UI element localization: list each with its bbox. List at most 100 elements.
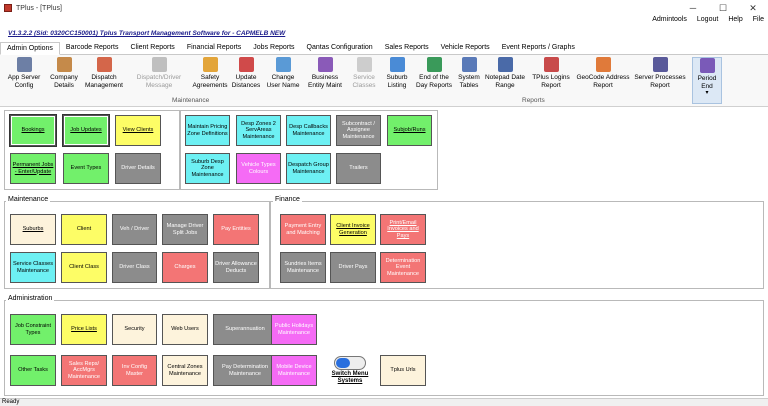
mobile-device-tile[interactable]: Mobile Device Maintenance <box>271 355 317 386</box>
job-constraint-types-tile[interactable]: Job Constraint Types <box>10 314 56 345</box>
suburb-desp-zone-tile[interactable]: Suburb Desp Zone Maintenance <box>185 153 230 184</box>
tab-financial-reports[interactable]: Financial Reports <box>181 42 247 55</box>
driver-pays-tile[interactable]: Driver Pays <box>330 252 376 283</box>
ribbon-label: Service Classes <box>352 74 376 89</box>
subjob-runs-tile[interactable]: Subjob/Runs <box>387 115 432 146</box>
tplus-urls-tile[interactable]: Tplus Urls <box>380 355 426 386</box>
version-link[interactable]: V1.3.2.2 (Sid: 0320CC150001) Tplus Trans… <box>8 30 285 37</box>
tile-label: Public Holidays Maintenance <box>274 322 314 336</box>
tile-label: Client Class <box>69 264 99 271</box>
suburb-listing-button[interactable]: Suburb Listing <box>382 57 412 89</box>
inv-config-master-tile[interactable]: Inv Config Master <box>112 355 157 386</box>
tab-event-reports-graphs[interactable]: Event Reports / Graphs <box>496 42 581 55</box>
tab-vehicle-reports[interactable]: Vehicle Reports <box>435 42 496 55</box>
map-icon <box>238 57 254 72</box>
job-updates-tile[interactable]: Job Updates <box>63 115 109 146</box>
determination-event-tile[interactable]: Determination Event Maintenance <box>380 252 426 283</box>
maximize-button[interactable]: ☐ <box>708 0 738 16</box>
event-types-tile[interactable]: Event Types <box>63 153 109 184</box>
switch-menu-systems[interactable]: Switch Menu Systems <box>328 356 372 385</box>
clock-icon <box>426 57 442 72</box>
login-icon <box>543 57 559 72</box>
permanent-jobs-tile[interactable]: Permanent Jobs - Enter/Update <box>10 153 56 184</box>
menu-file[interactable]: File <box>753 16 764 28</box>
driver-class-tile[interactable]: Driver Class <box>112 252 157 283</box>
client-invoice-generation-tile[interactable]: Client Invoice Generation <box>330 214 376 245</box>
maintain-pricing-zone-tile[interactable]: Maintain Pricing Zone Definitions <box>185 115 230 146</box>
desp-callbacks-tile[interactable]: Desp Callbacks Maintenance <box>286 115 331 146</box>
other-tasks-tile[interactable]: Other Tasks <box>10 355 56 386</box>
tile-label: Pay Entities <box>221 226 251 233</box>
print-email-invoices-tile[interactable]: Print/Email Invoices and Pays <box>380 214 426 245</box>
tile-label: Inv Config Master <box>121 363 148 377</box>
minimize-button[interactable]: ─ <box>678 0 708 16</box>
pay-determination-tile[interactable]: Pay Determination Maintenance <box>213 355 277 386</box>
bookings-tile[interactable]: Bookings <box>10 115 56 146</box>
view-clients-tile[interactable]: View Clients <box>115 115 161 146</box>
client-class-tile[interactable]: Client Class <box>61 252 107 283</box>
payment-entry-tile[interactable]: Payment Entry and Matching <box>280 214 326 245</box>
driver-allowance-deducts-tile[interactable]: Driver Allowance Deducts <box>213 252 259 283</box>
security-tile[interactable]: Security <box>112 314 157 345</box>
dispatch-driver-message-button[interactable]: Dispatch/Driver Message <box>128 57 190 89</box>
ribbon-label: Update Distances <box>231 74 261 89</box>
tab-jobs-reports[interactable]: Jobs Reports <box>247 42 300 55</box>
driver-details-tile[interactable]: Driver Details <box>115 153 161 184</box>
menu-help[interactable]: Help <box>728 16 742 28</box>
sales-reps-tile[interactable]: Sales Reps/ AccMgrs Maintenance <box>61 355 107 386</box>
ribbon-label: Period End <box>697 75 717 90</box>
web-users-tile[interactable]: Web Users <box>162 314 208 345</box>
business-entity-maint-button[interactable]: Business Entity Maint <box>304 57 346 89</box>
end-of-day-reports-button[interactable]: End of the Day Reports <box>414 57 454 89</box>
tile-label: Security <box>124 326 145 333</box>
client-tile[interactable]: Client <box>61 214 107 245</box>
ribbon-label: App Server Config <box>7 74 41 89</box>
central-zones-tile[interactable]: Central Zones Maintenance <box>162 355 208 386</box>
public-holidays-tile[interactable]: Public Holidays Maintenance <box>271 314 317 345</box>
period-end-button[interactable]: Period End ▾ <box>692 57 722 104</box>
despatch-group-tile[interactable]: Despatch Group Maintenance <box>286 153 331 184</box>
tile-label: Service Classes Maintenance <box>12 260 54 274</box>
geocode-address-report-button[interactable]: GeoCode Address Report <box>576 57 630 89</box>
system-tables-button[interactable]: System Tables <box>456 57 482 89</box>
tile-label: Sales Reps/ AccMgrs Maintenance <box>67 360 101 380</box>
tab-client-reports[interactable]: Client Reports <box>124 42 180 55</box>
superannuation-tile[interactable]: Superannuation <box>213 314 277 345</box>
tplus-logins-report-button[interactable]: TPlus Logins Report <box>528 57 574 89</box>
tab-admin-options[interactable]: Admin Options <box>0 42 60 55</box>
suburbs-tile[interactable]: Suburbs <box>10 214 56 245</box>
subcontract-assignee-tile[interactable]: Subcontract / Assignee Maintenance <box>336 115 381 146</box>
tab-barcode-reports[interactable]: Barcode Reports <box>60 42 125 55</box>
server-processes-report-button[interactable]: Server Processes Report <box>632 57 688 89</box>
desp-zones-2-tile[interactable]: Desp Zones 2 ServAreas Maintenance <box>236 115 281 146</box>
charges-tile[interactable]: Charges <box>162 252 208 283</box>
dispatch-management-button[interactable]: Dispatch Management <box>82 57 126 89</box>
top-menu: Admintools Logout Help File <box>652 16 764 28</box>
trailers-tile[interactable]: Trailers <box>336 153 381 184</box>
ribbon-label: GeoCode Address Report <box>576 74 630 89</box>
tile-label: Subcontract / Assignee Maintenance <box>342 120 375 140</box>
update-distances-button[interactable]: Update Distances <box>230 57 262 89</box>
app-server-config-button[interactable]: App Server Config <box>2 57 46 89</box>
menu-logout[interactable]: Logout <box>697 16 718 28</box>
switch-menu-toggle[interactable] <box>334 356 366 370</box>
veh-driver-tile[interactable]: Veh / Driver <box>112 214 157 245</box>
company-details-button[interactable]: Company Details <box>48 57 80 89</box>
change-user-name-button[interactable]: Change User Name <box>264 57 302 89</box>
tab-qantas-configuration[interactable]: Qantas Configuration <box>301 42 379 55</box>
vehicle-types-colours-tile[interactable]: Vehicle Types Colours <box>236 153 281 184</box>
close-button[interactable]: ✕ <box>738 0 768 16</box>
safety-agreements-button[interactable]: Safety Agreements <box>192 57 228 89</box>
price-lists-tile[interactable]: Price Lists <box>61 314 107 345</box>
sundries-items-tile[interactable]: Sundries Items Maintenance <box>280 252 326 283</box>
process-icon <box>652 57 668 72</box>
status-bar: Ready <box>0 398 768 406</box>
service-classes-button[interactable]: Service Classes <box>348 57 380 89</box>
pay-entities-tile[interactable]: Pay Entities <box>213 214 259 245</box>
ribbon-label: Suburb Listing <box>386 74 408 89</box>
tab-sales-reports[interactable]: Sales Reports <box>379 42 435 55</box>
manage-driver-split-tile[interactable]: Manage Driver Split Jobs <box>162 214 208 245</box>
notepad-date-range-button[interactable]: Notepad Date Range <box>484 57 526 89</box>
menu-admintools[interactable]: Admintools <box>652 16 687 28</box>
service-classes-maintenance-tile[interactable]: Service Classes Maintenance <box>10 252 56 283</box>
